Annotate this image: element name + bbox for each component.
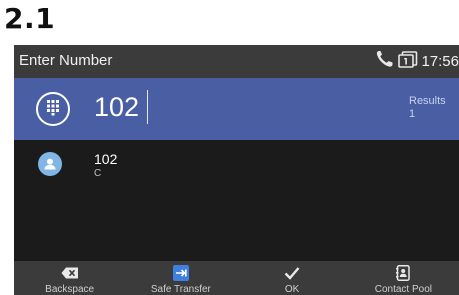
section-label: 2.1 [4, 2, 56, 35]
page: 2.1 Enter Number 17:56 102 Results 1 102… [0, 0, 459, 295]
dialpad-button[interactable] [36, 92, 70, 126]
contact-pool-button[interactable]: Contact Pool [348, 261, 459, 295]
ok-label: OK [284, 284, 300, 295]
check-icon [284, 265, 300, 281]
list-item[interactable]: 102 C [14, 140, 459, 190]
backspace-icon [61, 265, 79, 281]
clock: 17:56 [421, 52, 459, 70]
backspace-button[interactable]: Backspace [14, 261, 125, 295]
status-indicators: 17:56 [375, 50, 459, 73]
softkey-bar: Backspace Safe Transfer OK Contact Pool [14, 261, 459, 295]
results-counter: Results 1 [409, 95, 449, 121]
number-input[interactable]: 102 [94, 92, 139, 123]
safe-transfer-button[interactable]: Safe Transfer [125, 261, 236, 295]
number-entry-bar: 102 Results 1 [14, 78, 459, 140]
contact-icon [38, 152, 62, 176]
contact-pool-label: Contact Pool [374, 284, 432, 295]
phone-screen: Enter Number 17:56 102 Results 1 102 C B… [14, 45, 459, 295]
status-bar: Enter Number 17:56 [14, 45, 459, 78]
result-number: 102 [94, 151, 118, 167]
ok-button[interactable]: OK [237, 261, 348, 295]
screen-title: Enter Number [19, 52, 113, 69]
text-cursor [147, 90, 148, 124]
backspace-label: Backspace [45, 284, 95, 295]
safe-transfer-label: Safe Transfer [150, 284, 211, 295]
results-label: Results [409, 95, 446, 107]
call-icon [375, 50, 395, 73]
result-subtitle: C [94, 168, 102, 179]
line-icon [398, 50, 418, 73]
contact-book-icon [396, 265, 411, 281]
dialpad-icon [44, 98, 62, 121]
transfer-icon [172, 265, 189, 281]
results-count: 1 [409, 108, 416, 120]
